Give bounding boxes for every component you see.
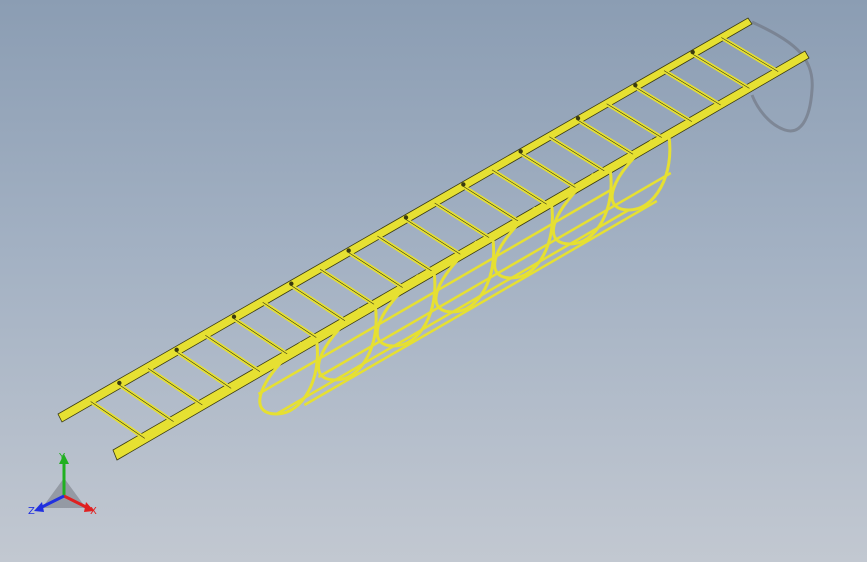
rail-bolt — [231, 314, 237, 319]
rail-bolt — [461, 182, 466, 187]
cad-viewport[interactable] — [0, 0, 867, 562]
y-axis-label: Y — [58, 452, 66, 463]
ladder-rung-edge — [291, 285, 347, 322]
cage-bar — [257, 188, 612, 396]
ladder-rung-edge — [491, 169, 549, 206]
z-axis-label: Z — [28, 506, 35, 517]
ladder-rung-edge — [262, 301, 318, 339]
ladder-rung-edge — [520, 153, 577, 189]
ladder-rung-edge — [205, 335, 261, 372]
ladder-rung-edge — [692, 53, 750, 89]
ladder-rung-edge — [233, 318, 289, 356]
ladder-rung-edge — [635, 86, 692, 122]
ladder-rung-edge — [348, 252, 405, 289]
ladder-rung-edge — [721, 37, 779, 72]
cage-bar — [317, 171, 672, 379]
ladder-rung-edge — [606, 103, 664, 139]
ladder-rung-edge — [549, 136, 606, 172]
ladder-rung-edge — [405, 219, 462, 256]
ladder-rail-left — [57, 17, 753, 423]
cable-ladder-model[interactable] — [57, 17, 810, 461]
rail-bolt — [633, 82, 638, 88]
rail-bolt — [575, 116, 581, 121]
ladder-rung-edge — [663, 70, 721, 106]
rail-bolt — [174, 347, 179, 353]
ladder-rung-edge — [119, 384, 174, 422]
rail-bolt — [403, 215, 409, 220]
rail-bolt — [690, 49, 695, 55]
ladder-rung-edge — [377, 235, 433, 272]
view-orientation-triad[interactable]: Y X Z — [22, 448, 106, 524]
ladder-rung-edge — [176, 351, 232, 389]
ladder-rung-edge — [319, 268, 376, 306]
rail-bolt — [346, 248, 351, 253]
ladder-rung-edge — [434, 202, 491, 239]
rail-bolt — [289, 281, 294, 286]
ladder-rung-edge — [90, 401, 145, 439]
z-arrow-icon — [34, 502, 44, 512]
rail-bolt — [117, 380, 122, 386]
ladder-rung-edge — [463, 186, 520, 222]
ladder-rung-edge — [147, 368, 203, 406]
rail-bolt — [518, 149, 523, 154]
ladder-rung-edge — [577, 119, 635, 156]
x-axis-label: X — [90, 506, 97, 517]
